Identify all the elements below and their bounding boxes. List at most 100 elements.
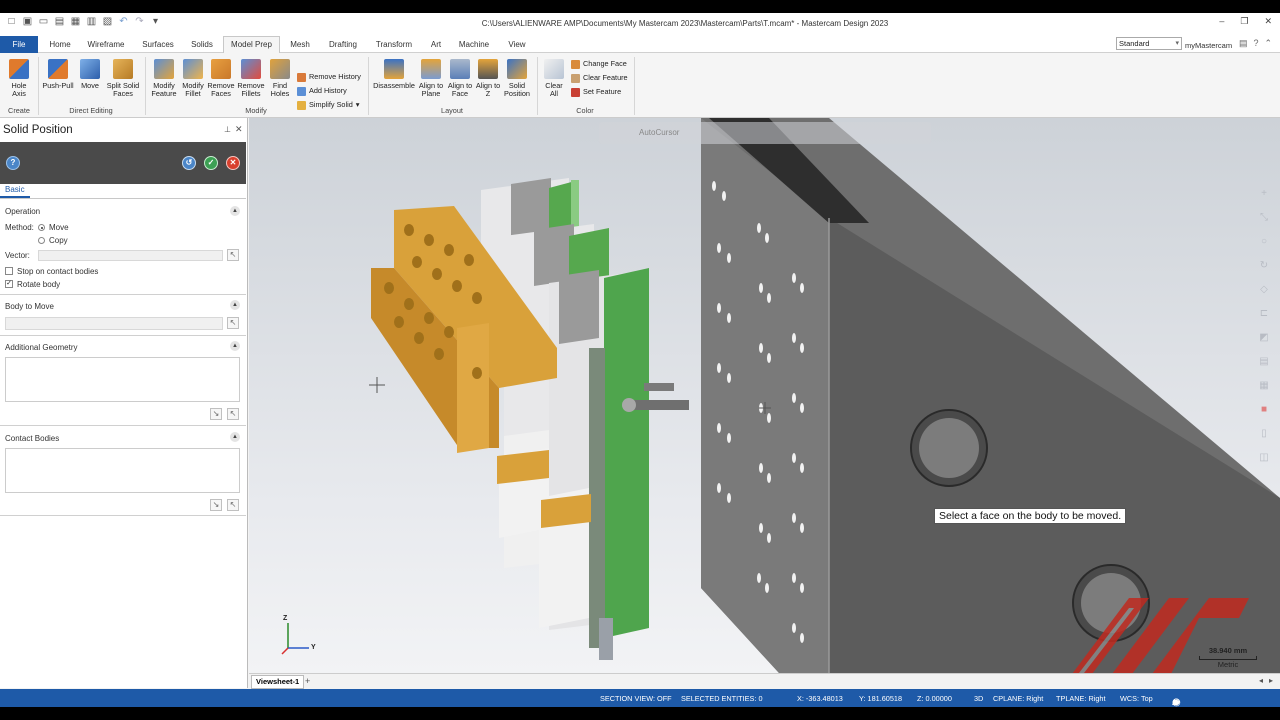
workspace-dropdown[interactable]: Standard	[1116, 37, 1182, 50]
highlight-icon[interactable]: ■	[1257, 404, 1271, 415]
scroll-right-icon[interactable]: ▸	[1269, 676, 1273, 685]
tab-art[interactable]: Art	[426, 37, 446, 53]
body-select-icon[interactable]: ↖	[227, 317, 239, 329]
measure-icon[interactable]: ▯	[1257, 428, 1271, 439]
minimize-icon[interactable]: –	[1219, 16, 1224, 27]
ribbon-collapse-icon[interactable]: ⌃	[1265, 38, 1273, 49]
cancel-icon[interactable]: ✕	[226, 156, 240, 170]
operation-header: Operation	[5, 207, 41, 216]
tplane-status[interactable]: TPLANE: Right	[1056, 694, 1105, 703]
remove-fillets-button[interactable]: Remove Fillets	[236, 59, 266, 98]
tab-transform[interactable]: Transform	[372, 37, 416, 53]
pin-icon[interactable]: ⊥	[224, 125, 231, 134]
tab-solids[interactable]: Solids	[186, 37, 218, 53]
my-mastercam-link[interactable]: myMastercam	[1185, 41, 1232, 50]
clear-feature-button[interactable]: Clear Feature	[571, 72, 628, 84]
selected-entities-status[interactable]: SELECTED ENTITIES: 0	[681, 694, 763, 703]
mode-3d-toggle[interactable]: 3D	[974, 694, 983, 703]
axis-triad	[281, 623, 309, 655]
vector-field[interactable]	[38, 250, 223, 261]
align-to-z-label: Align to Z	[475, 81, 501, 98]
collapse-additional-geometry-icon[interactable]: ▲	[230, 341, 240, 351]
change-face-button[interactable]: Change Face	[571, 58, 627, 70]
ok-icon[interactable]: ✓	[204, 156, 218, 170]
tab-model-prep[interactable]: Model Prep	[223, 36, 280, 53]
group-create-label: Create	[8, 106, 30, 115]
method-copy-radio[interactable]	[38, 237, 45, 244]
collapse-operation-icon[interactable]: ▲	[230, 206, 240, 216]
align-to-face-button[interactable]: Align to Face	[446, 59, 474, 98]
tab-drafting[interactable]: Drafting	[323, 37, 363, 53]
wcs-status[interactable]: WCS: Top	[1120, 694, 1153, 703]
move-icon	[80, 59, 100, 79]
viewsheet-tab[interactable]: Viewsheet-1	[251, 675, 305, 689]
stop-on-contact-checkbox[interactable]	[5, 267, 13, 275]
tab-mesh[interactable]: Mesh	[286, 37, 314, 53]
hole-axis-button[interactable]: Hole Axis	[4, 59, 34, 98]
scroll-left-icon[interactable]: ◂	[1259, 676, 1263, 685]
tab-machine[interactable]: Machine	[456, 37, 492, 53]
zoom-out-icon[interactable]: ⤡	[1257, 212, 1271, 223]
find-holes-button[interactable]: Find Holes	[267, 59, 293, 98]
analyze-icon[interactable]: ◫	[1257, 452, 1271, 463]
close-icon[interactable]: ✕	[235, 124, 243, 135]
clear-all-button[interactable]: Clear All	[541, 59, 567, 98]
additional-geometry-list[interactable]	[5, 357, 240, 402]
zoom-in-icon[interactable]: +	[1257, 188, 1271, 199]
remove-faces-button[interactable]: Remove Faces	[206, 59, 236, 98]
section-icon[interactable]: ⊏	[1257, 308, 1271, 319]
help-icon[interactable]: ?	[6, 156, 20, 170]
move-button[interactable]: Move	[77, 59, 103, 90]
disassemble-button[interactable]: Disassemble	[372, 59, 416, 90]
tab-basic[interactable]: Basic	[0, 184, 30, 198]
align-to-plane-button[interactable]: Align to Plane	[417, 59, 445, 98]
vector-select-icon[interactable]: ↖	[227, 249, 239, 261]
collapse-body-to-move-icon[interactable]: ▲	[230, 300, 240, 310]
view-cube-icon[interactable]: ◇	[1257, 284, 1271, 295]
set-feature-button[interactable]: Set Feature	[571, 86, 621, 98]
fit-icon[interactable]: ○	[1257, 236, 1271, 247]
status-dropdown-icon[interactable]: ▴	[1172, 697, 1177, 707]
close-icon[interactable]: ✕	[1264, 16, 1272, 27]
body-to-move-field[interactable]	[5, 317, 223, 330]
tab-file[interactable]: File	[0, 36, 38, 53]
color-icon[interactable]: ▦	[1257, 380, 1271, 391]
restore-icon[interactable]: ❐	[1240, 16, 1248, 27]
add-viewsheet-icon[interactable]: +	[305, 676, 310, 686]
tab-surfaces[interactable]: Surfaces	[138, 37, 178, 53]
push-pull-button[interactable]: Push-Pull	[41, 59, 75, 90]
additional-select-icon[interactable]: ↖	[227, 408, 239, 420]
modify-fillet-button[interactable]: Modify Fillet	[179, 59, 207, 98]
model-view	[281, 118, 1280, 673]
contact-clear-icon[interactable]: ↘	[210, 499, 222, 511]
align-to-z-button[interactable]: Align to Z	[475, 59, 501, 98]
contact-select-icon[interactable]: ↖	[227, 499, 239, 511]
section-view-status[interactable]: SECTION VIEW: OFF	[600, 694, 672, 703]
add-history-icon	[297, 86, 306, 96]
find-holes-label: Find Holes	[270, 81, 290, 98]
autocursor-toolbar[interactable]: AutoCursor	[599, 122, 931, 144]
ok-and-create-icon[interactable]: ↺	[182, 156, 196, 170]
tab-home[interactable]: Home	[44, 37, 76, 53]
graphics-viewport[interactable]: Z Y AutoCursor + ⤡ ○ ↻ ◇ ⊏ ◩ ▤ ▦ ■ ▯ ◫ S…	[249, 118, 1280, 673]
contact-bodies-header: Contact Bodies	[5, 434, 60, 443]
help-icon[interactable]: ?	[1254, 38, 1259, 49]
tab-wireframe[interactable]: Wireframe	[84, 37, 128, 53]
add-history-button[interactable]: Add History	[297, 85, 347, 97]
collapse-contact-bodies-icon[interactable]: ▲	[230, 432, 240, 442]
method-move-radio[interactable]	[38, 224, 45, 231]
rotate-icon[interactable]: ↻	[1257, 260, 1271, 271]
shade-icon[interactable]: ◩	[1257, 332, 1271, 343]
modify-feature-button[interactable]: Modify Feature	[148, 59, 180, 98]
rotate-body-checkbox[interactable]: ✓	[5, 280, 13, 288]
chat-icon[interactable]: ▤	[1239, 38, 1248, 49]
cplane-status[interactable]: CPLANE: Right	[993, 694, 1043, 703]
additional-clear-icon[interactable]: ↘	[210, 408, 222, 420]
remove-history-button[interactable]: Remove History	[297, 71, 361, 83]
contact-bodies-list[interactable]	[5, 448, 240, 493]
solid-position-button[interactable]: Solid Position	[502, 59, 532, 98]
layer-icon[interactable]: ▤	[1257, 356, 1271, 367]
split-solid-faces-button[interactable]: Split Solid Faces	[104, 59, 142, 98]
remove-fillets-label: Remove Fillets	[237, 81, 265, 98]
tab-view[interactable]: View	[504, 37, 530, 53]
